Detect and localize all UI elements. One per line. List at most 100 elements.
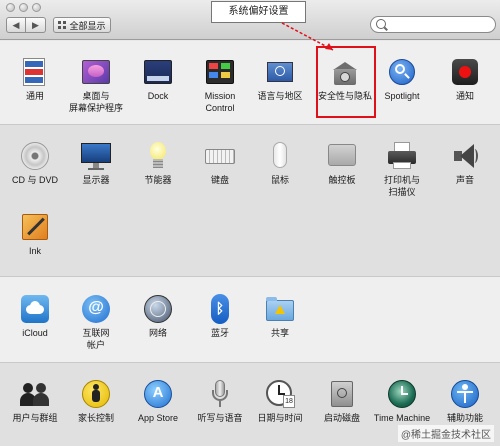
pane-label: iCloud bbox=[22, 328, 48, 338]
pane-mouse[interactable]: 鼠标 bbox=[252, 140, 308, 186]
pane-label: 桌面与 屏幕保护程序 bbox=[68, 91, 123, 113]
watermark: @稀土掘金技术社区 bbox=[397, 425, 494, 442]
search-icon bbox=[376, 19, 386, 29]
pane-label: 日期与时间 bbox=[257, 413, 303, 423]
pane-label: 通用 bbox=[25, 91, 44, 101]
pane-label: 通知 bbox=[455, 91, 474, 101]
pane-label: CD 与 DVD bbox=[11, 175, 58, 185]
accessibility-icon bbox=[449, 378, 481, 410]
pane-label: 网络 bbox=[148, 328, 167, 338]
keyboard-icon bbox=[204, 140, 236, 172]
dictation-icon bbox=[204, 378, 236, 410]
trackpad-icon bbox=[326, 140, 358, 172]
spotlight-icon bbox=[386, 56, 418, 88]
pane-keyboard[interactable]: 键盘 bbox=[192, 140, 248, 186]
pane-label: 键盘 bbox=[210, 175, 229, 185]
system-preferences-window: ◀ ▶ 全部显示 系统偏好设置 通用 桌面与 屏幕保护程序 Dock Missi… bbox=[0, 0, 500, 446]
pane-label: 互联网 帐户 bbox=[82, 328, 110, 350]
pane-label: 鼠标 bbox=[270, 175, 289, 185]
pane-dictation-speech[interactable]: 听写与语音 bbox=[192, 378, 248, 424]
pane-spotlight[interactable]: Spotlight bbox=[374, 56, 430, 102]
internet-accounts-icon: @ bbox=[80, 293, 112, 325]
search-field[interactable] bbox=[370, 16, 496, 33]
minimize-button[interactable] bbox=[19, 3, 28, 12]
pane-dock[interactable]: Dock bbox=[130, 56, 186, 102]
startup-disk-icon bbox=[326, 378, 358, 410]
pane-app-store[interactable]: A App Store bbox=[130, 378, 186, 424]
general-icon bbox=[19, 56, 51, 88]
pane-label: 听写与语音 bbox=[197, 413, 243, 423]
ink-icon bbox=[19, 211, 51, 243]
pane-displays[interactable]: 显示器 bbox=[68, 140, 124, 186]
pane-notifications[interactable]: 通知 bbox=[437, 56, 493, 102]
dock-icon bbox=[142, 56, 174, 88]
time-machine-icon bbox=[386, 378, 418, 410]
pane-label: 打印机与 扫描仪 bbox=[383, 175, 420, 197]
icloud-icon bbox=[19, 293, 51, 325]
pane-printers-scanners[interactable]: 打印机与 扫描仪 bbox=[374, 140, 430, 198]
sharing-icon bbox=[264, 293, 296, 325]
pane-users-groups[interactable]: 用户与群组 bbox=[7, 378, 63, 424]
pane-startup-disk[interactable]: 启动磁盘 bbox=[314, 378, 370, 424]
users-icon bbox=[19, 378, 51, 410]
pane-label: App Store bbox=[137, 413, 179, 423]
pane-network[interactable]: 网络 bbox=[130, 293, 186, 339]
pane-label: 共享 bbox=[270, 328, 289, 338]
pane-label: Time Machine bbox=[373, 413, 431, 423]
pane-energy-saver[interactable]: 节能器 bbox=[130, 140, 186, 186]
pane-label: 家长控制 bbox=[77, 413, 114, 423]
network-icon bbox=[142, 293, 174, 325]
close-button[interactable] bbox=[6, 3, 15, 12]
pane-date-time[interactable]: 18 日期与时间 bbox=[252, 378, 308, 424]
pane-label: Dock bbox=[147, 91, 169, 101]
notifications-icon bbox=[449, 56, 481, 88]
forward-button[interactable]: ▶ bbox=[26, 17, 46, 33]
displays-icon bbox=[80, 140, 112, 172]
back-button[interactable]: ◀ bbox=[6, 17, 26, 33]
pane-label: 语言与地区 bbox=[257, 91, 303, 101]
pane-ink[interactable]: Ink bbox=[7, 211, 63, 257]
highlight-box bbox=[316, 46, 376, 118]
app-store-icon: A bbox=[142, 378, 174, 410]
pane-label: Mission Control bbox=[204, 91, 236, 113]
pane-sound[interactable]: 声音 bbox=[437, 140, 493, 186]
show-all-label: 全部显示 bbox=[69, 20, 106, 31]
pane-language-region[interactable]: 语言与地区 bbox=[252, 56, 308, 102]
date-time-icon: 18 bbox=[264, 378, 296, 410]
pane-label: 启动磁盘 bbox=[323, 413, 360, 423]
pane-label: Ink bbox=[28, 246, 41, 256]
pane-label: Spotlight bbox=[384, 91, 420, 101]
cd-dvd-icon bbox=[19, 140, 51, 172]
pane-accessibility[interactable]: 辅助功能 bbox=[437, 378, 493, 424]
pane-trackpad[interactable]: 触控板 bbox=[314, 140, 370, 186]
pane-label: 蓝牙 bbox=[210, 328, 229, 338]
mouse-icon bbox=[264, 140, 296, 172]
pane-mission-control[interactable]: Mission Control bbox=[192, 56, 248, 114]
pane-label: 触控板 bbox=[328, 175, 356, 185]
pane-time-machine[interactable]: Time Machine bbox=[372, 378, 432, 424]
pane-desktop-screensaver[interactable]: 桌面与 屏幕保护程序 bbox=[60, 56, 132, 114]
grid-icon bbox=[58, 21, 67, 29]
pane-general[interactable]: 通用 bbox=[7, 56, 63, 102]
energy-saver-icon bbox=[142, 140, 174, 172]
parental-controls-icon bbox=[80, 378, 112, 410]
pane-label: 节能器 bbox=[144, 175, 172, 185]
language-icon bbox=[264, 56, 296, 88]
pane-icloud[interactable]: iCloud bbox=[7, 293, 63, 339]
pane-label: 显示器 bbox=[82, 175, 110, 185]
pane-label: 用户与群组 bbox=[12, 413, 58, 423]
pane-cd-dvd[interactable]: CD 与 DVD bbox=[7, 140, 63, 186]
pane-bluetooth[interactable]: ᛒ 蓝牙 bbox=[192, 293, 248, 339]
sound-icon bbox=[449, 140, 481, 172]
pane-internet-accounts[interactable]: @ 互联网 帐户 bbox=[68, 293, 124, 351]
desktop-icon bbox=[80, 56, 112, 88]
mission-control-icon bbox=[204, 56, 236, 88]
pane-sharing[interactable]: 共享 bbox=[252, 293, 308, 339]
bluetooth-icon: ᛒ bbox=[204, 293, 236, 325]
pane-parental-controls[interactable]: 家长控制 bbox=[68, 378, 124, 424]
pane-label: 辅助功能 bbox=[446, 413, 483, 423]
zoom-button[interactable] bbox=[32, 3, 41, 12]
show-all-button[interactable]: 全部显示 bbox=[53, 17, 111, 33]
pane-label: 声音 bbox=[455, 175, 474, 185]
printer-icon bbox=[386, 140, 418, 172]
